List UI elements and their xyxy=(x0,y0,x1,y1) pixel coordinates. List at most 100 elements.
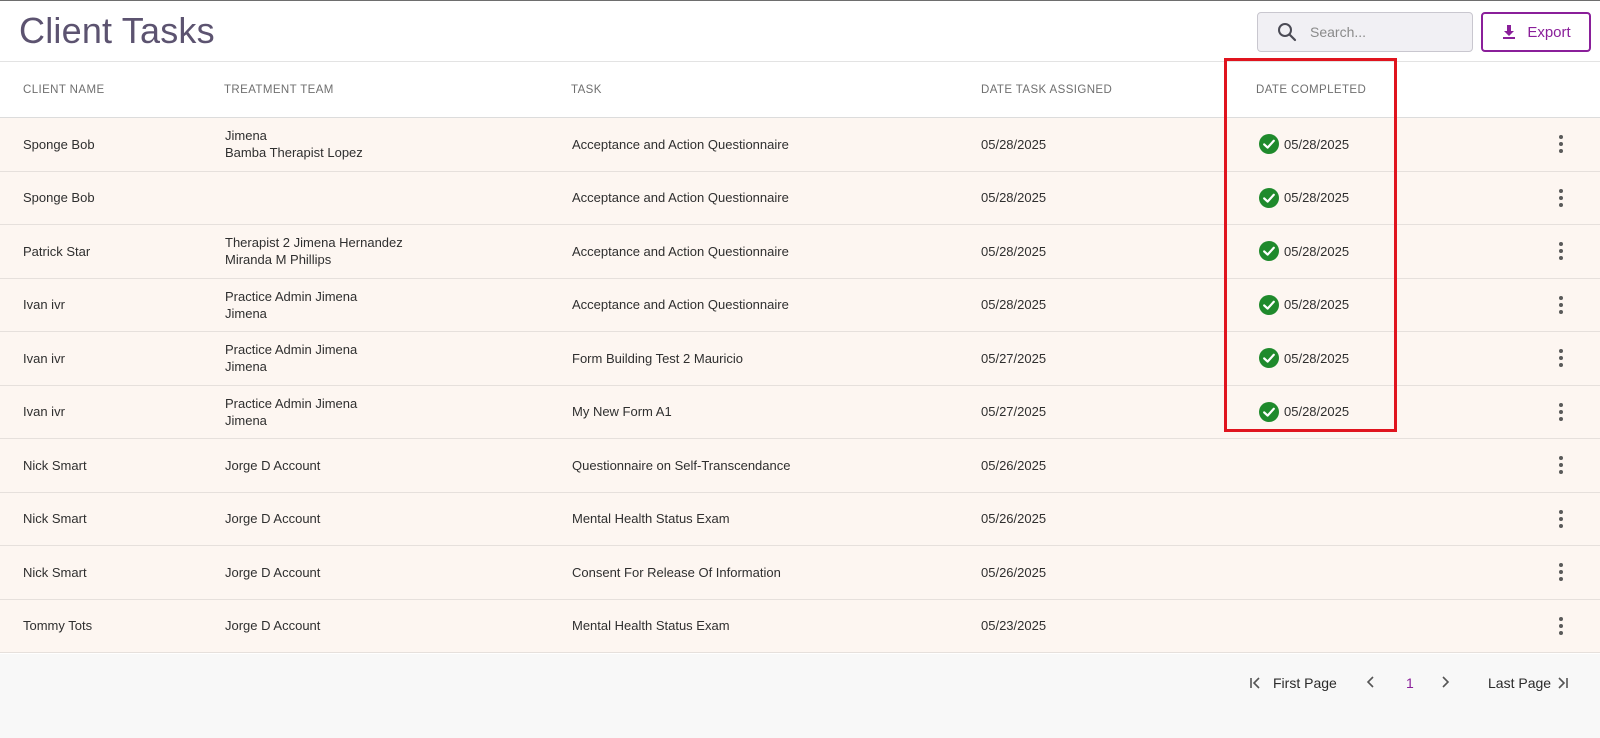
treatment-team-cell: Practice Admin Jimena Jimena xyxy=(225,279,555,332)
treatment-team-cell: Therapist 2 Jimena Hernandez Miranda M Ph… xyxy=(225,225,555,278)
column-header-client-name[interactable]: CLIENT NAME xyxy=(23,84,105,96)
team-member-name: Jorge D Account xyxy=(225,457,321,473)
team-member-name: Jorge D Account xyxy=(225,511,321,527)
page-title: Client Tasks xyxy=(19,10,215,51)
team-member-name: Practice Admin Jimena xyxy=(225,395,358,411)
column-header-task[interactable]: TASK xyxy=(571,84,602,96)
team-member-name: Practice Admin Jimena xyxy=(225,342,358,358)
client-name-cell: Patrick Star xyxy=(23,243,91,259)
date-assigned-cell: 05/27/2025 xyxy=(981,404,1047,420)
date-completed-value: 05/28/2025 xyxy=(1284,350,1350,366)
table-row[interactable]: Nick Smart Jorge D Account Mental Health S… xyxy=(0,492,1600,546)
treatment-team-cell: Jorge D Account xyxy=(225,600,555,653)
table-row[interactable]: Ivan ivr Practice Admin Jimena Jimena Form … xyxy=(0,332,1600,386)
date-completed-value: 05/28/2025 xyxy=(1284,404,1350,420)
more-options-icon[interactable] xyxy=(1554,279,1568,332)
column-header-date-assigned[interactable]: DATE TASK ASSIGNED xyxy=(981,84,1112,96)
first-page-button[interactable]: First Page xyxy=(1249,675,1341,691)
last-page-icon xyxy=(1558,677,1568,689)
client-name-cell: Nick Smart xyxy=(23,457,87,473)
treatment-team-cell: Practice Admin Jimena Jimena xyxy=(225,332,555,385)
more-options-icon[interactable] xyxy=(1554,172,1568,225)
date-completed-cell xyxy=(1259,493,1409,546)
more-options-icon[interactable] xyxy=(1554,493,1568,546)
team-member-name: Jorge D Account xyxy=(225,618,321,634)
chevron-left-icon xyxy=(1366,676,1374,688)
date-completed-cell xyxy=(1259,546,1409,599)
date-completed-cell xyxy=(1259,439,1409,492)
table-row[interactable]: Nick Smart Jorge D Account Questionnaire o… xyxy=(0,439,1600,493)
treatment-team-cell xyxy=(225,172,555,225)
team-member-name: Miranda M Phillips xyxy=(225,252,332,268)
client-tasks-page: Client Tasks Export CLIENT NAME TREATMEN… xyxy=(0,0,1600,738)
client-name-cell: Nick Smart xyxy=(23,564,87,580)
treatment-team-cell: Jorge D Account xyxy=(225,546,555,599)
client-name-cell: Tommy Tots xyxy=(23,618,93,634)
next-page-button[interactable] xyxy=(1438,675,1452,689)
last-page-label: Last Page xyxy=(1488,675,1552,691)
task-cell[interactable]: Acceptance and Action Questionnaire xyxy=(572,118,962,171)
check-circle-icon xyxy=(1259,401,1279,422)
task-cell[interactable]: Acceptance and Action Questionnaire xyxy=(572,172,962,225)
table-row[interactable]: Sponge Bob Jimena Bamba Therapist Lopez Acc… xyxy=(0,118,1600,172)
export-button[interactable]: Export xyxy=(1481,12,1591,52)
table-row[interactable]: Ivan ivr Practice Admin Jimena Jimena My Ne… xyxy=(0,385,1600,439)
team-member-name: Practice Admin Jimena xyxy=(225,288,358,304)
table-row[interactable]: Patrick Star Therapist 2 Jimena Hernandez… xyxy=(0,225,1600,279)
team-member-name: Therapist 2 Jimena Hernandez xyxy=(225,235,403,251)
last-page-button[interactable]: Last Page xyxy=(1484,675,1569,691)
client-name-cell: Sponge Bob xyxy=(23,190,95,206)
date-completed-cell: 05/28/2025 xyxy=(1259,386,1409,439)
search-box[interactable] xyxy=(1257,12,1473,52)
table-row[interactable]: Ivan ivr Practice Admin Jimena Jimena Accep… xyxy=(0,278,1600,332)
date-assigned-cell: 05/28/2025 xyxy=(981,297,1047,313)
date-assigned-cell: 05/26/2025 xyxy=(981,564,1047,580)
task-cell[interactable]: Mental Health Status Exam xyxy=(572,493,962,546)
first-page-icon xyxy=(1250,677,1260,689)
search-icon xyxy=(1276,21,1298,43)
column-header-treatment-team[interactable]: TREATMENT TEAM xyxy=(224,84,334,96)
more-options-icon[interactable] xyxy=(1554,546,1568,599)
more-options-icon[interactable] xyxy=(1554,225,1568,278)
pagination-footer: First Page 1 Last Page xyxy=(0,654,1600,738)
previous-page-button[interactable] xyxy=(1364,675,1378,689)
date-assigned-cell: 05/28/2025 xyxy=(981,190,1047,206)
check-circle-icon xyxy=(1259,294,1279,315)
treatment-team-cell: Jorge D Account xyxy=(225,493,555,546)
task-cell[interactable]: Acceptance and Action Questionnaire xyxy=(572,225,962,278)
date-completed-value: 05/28/2025 xyxy=(1284,136,1350,152)
team-member-name: Jimena xyxy=(225,359,267,375)
column-header-date-completed[interactable]: DATE COMPLETED xyxy=(1256,84,1366,96)
team-member-name: Jimena xyxy=(225,305,267,321)
more-options-icon[interactable] xyxy=(1554,600,1568,653)
table-row[interactable]: Tommy Tots Jorge D Account Mental Health S… xyxy=(0,599,1600,653)
date-completed-value: 05/28/2025 xyxy=(1284,190,1350,206)
more-options-icon[interactable] xyxy=(1554,386,1568,439)
client-name-cell: Sponge Bob xyxy=(23,136,95,152)
date-assigned-cell: 05/26/2025 xyxy=(981,511,1047,527)
date-assigned-cell: 05/23/2025 xyxy=(981,618,1047,634)
task-cell[interactable]: Questionnaire on Self-Transcendance xyxy=(572,439,962,492)
client-name-cell: Ivan ivr xyxy=(23,350,65,366)
task-cell[interactable]: Acceptance and Action Questionnaire xyxy=(572,279,962,332)
date-completed-value: 05/28/2025 xyxy=(1284,243,1350,259)
task-cell[interactable]: Consent For Release Of Information xyxy=(572,546,962,599)
team-member-name: Bamba Therapist Lopez xyxy=(225,145,363,161)
date-completed-cell: 05/28/2025 xyxy=(1259,279,1409,332)
task-cell[interactable]: Form Building Test 2 Mauricio xyxy=(572,332,962,385)
more-options-icon[interactable] xyxy=(1554,332,1568,385)
team-member-name: Jimena xyxy=(225,128,267,144)
current-page-number[interactable]: 1 xyxy=(1406,675,1414,691)
task-cell[interactable]: Mental Health Status Exam xyxy=(572,600,962,653)
more-options-icon[interactable] xyxy=(1554,439,1568,492)
date-assigned-cell: 05/28/2025 xyxy=(981,243,1047,259)
more-options-icon[interactable] xyxy=(1554,118,1568,171)
table-row[interactable]: Nick Smart Jorge D Account Consent For Rel… xyxy=(0,546,1600,600)
table-body: Sponge Bob Jimena Bamba Therapist Lopez Acc… xyxy=(0,118,1600,653)
task-cell[interactable]: My New Form A1 xyxy=(572,386,962,439)
check-circle-icon xyxy=(1259,241,1279,262)
search-input[interactable] xyxy=(1310,24,1460,40)
table-row[interactable]: Sponge Bob Acceptance and Action Question… xyxy=(0,171,1600,225)
check-circle-icon xyxy=(1259,134,1279,155)
date-assigned-cell: 05/26/2025 xyxy=(981,457,1047,473)
